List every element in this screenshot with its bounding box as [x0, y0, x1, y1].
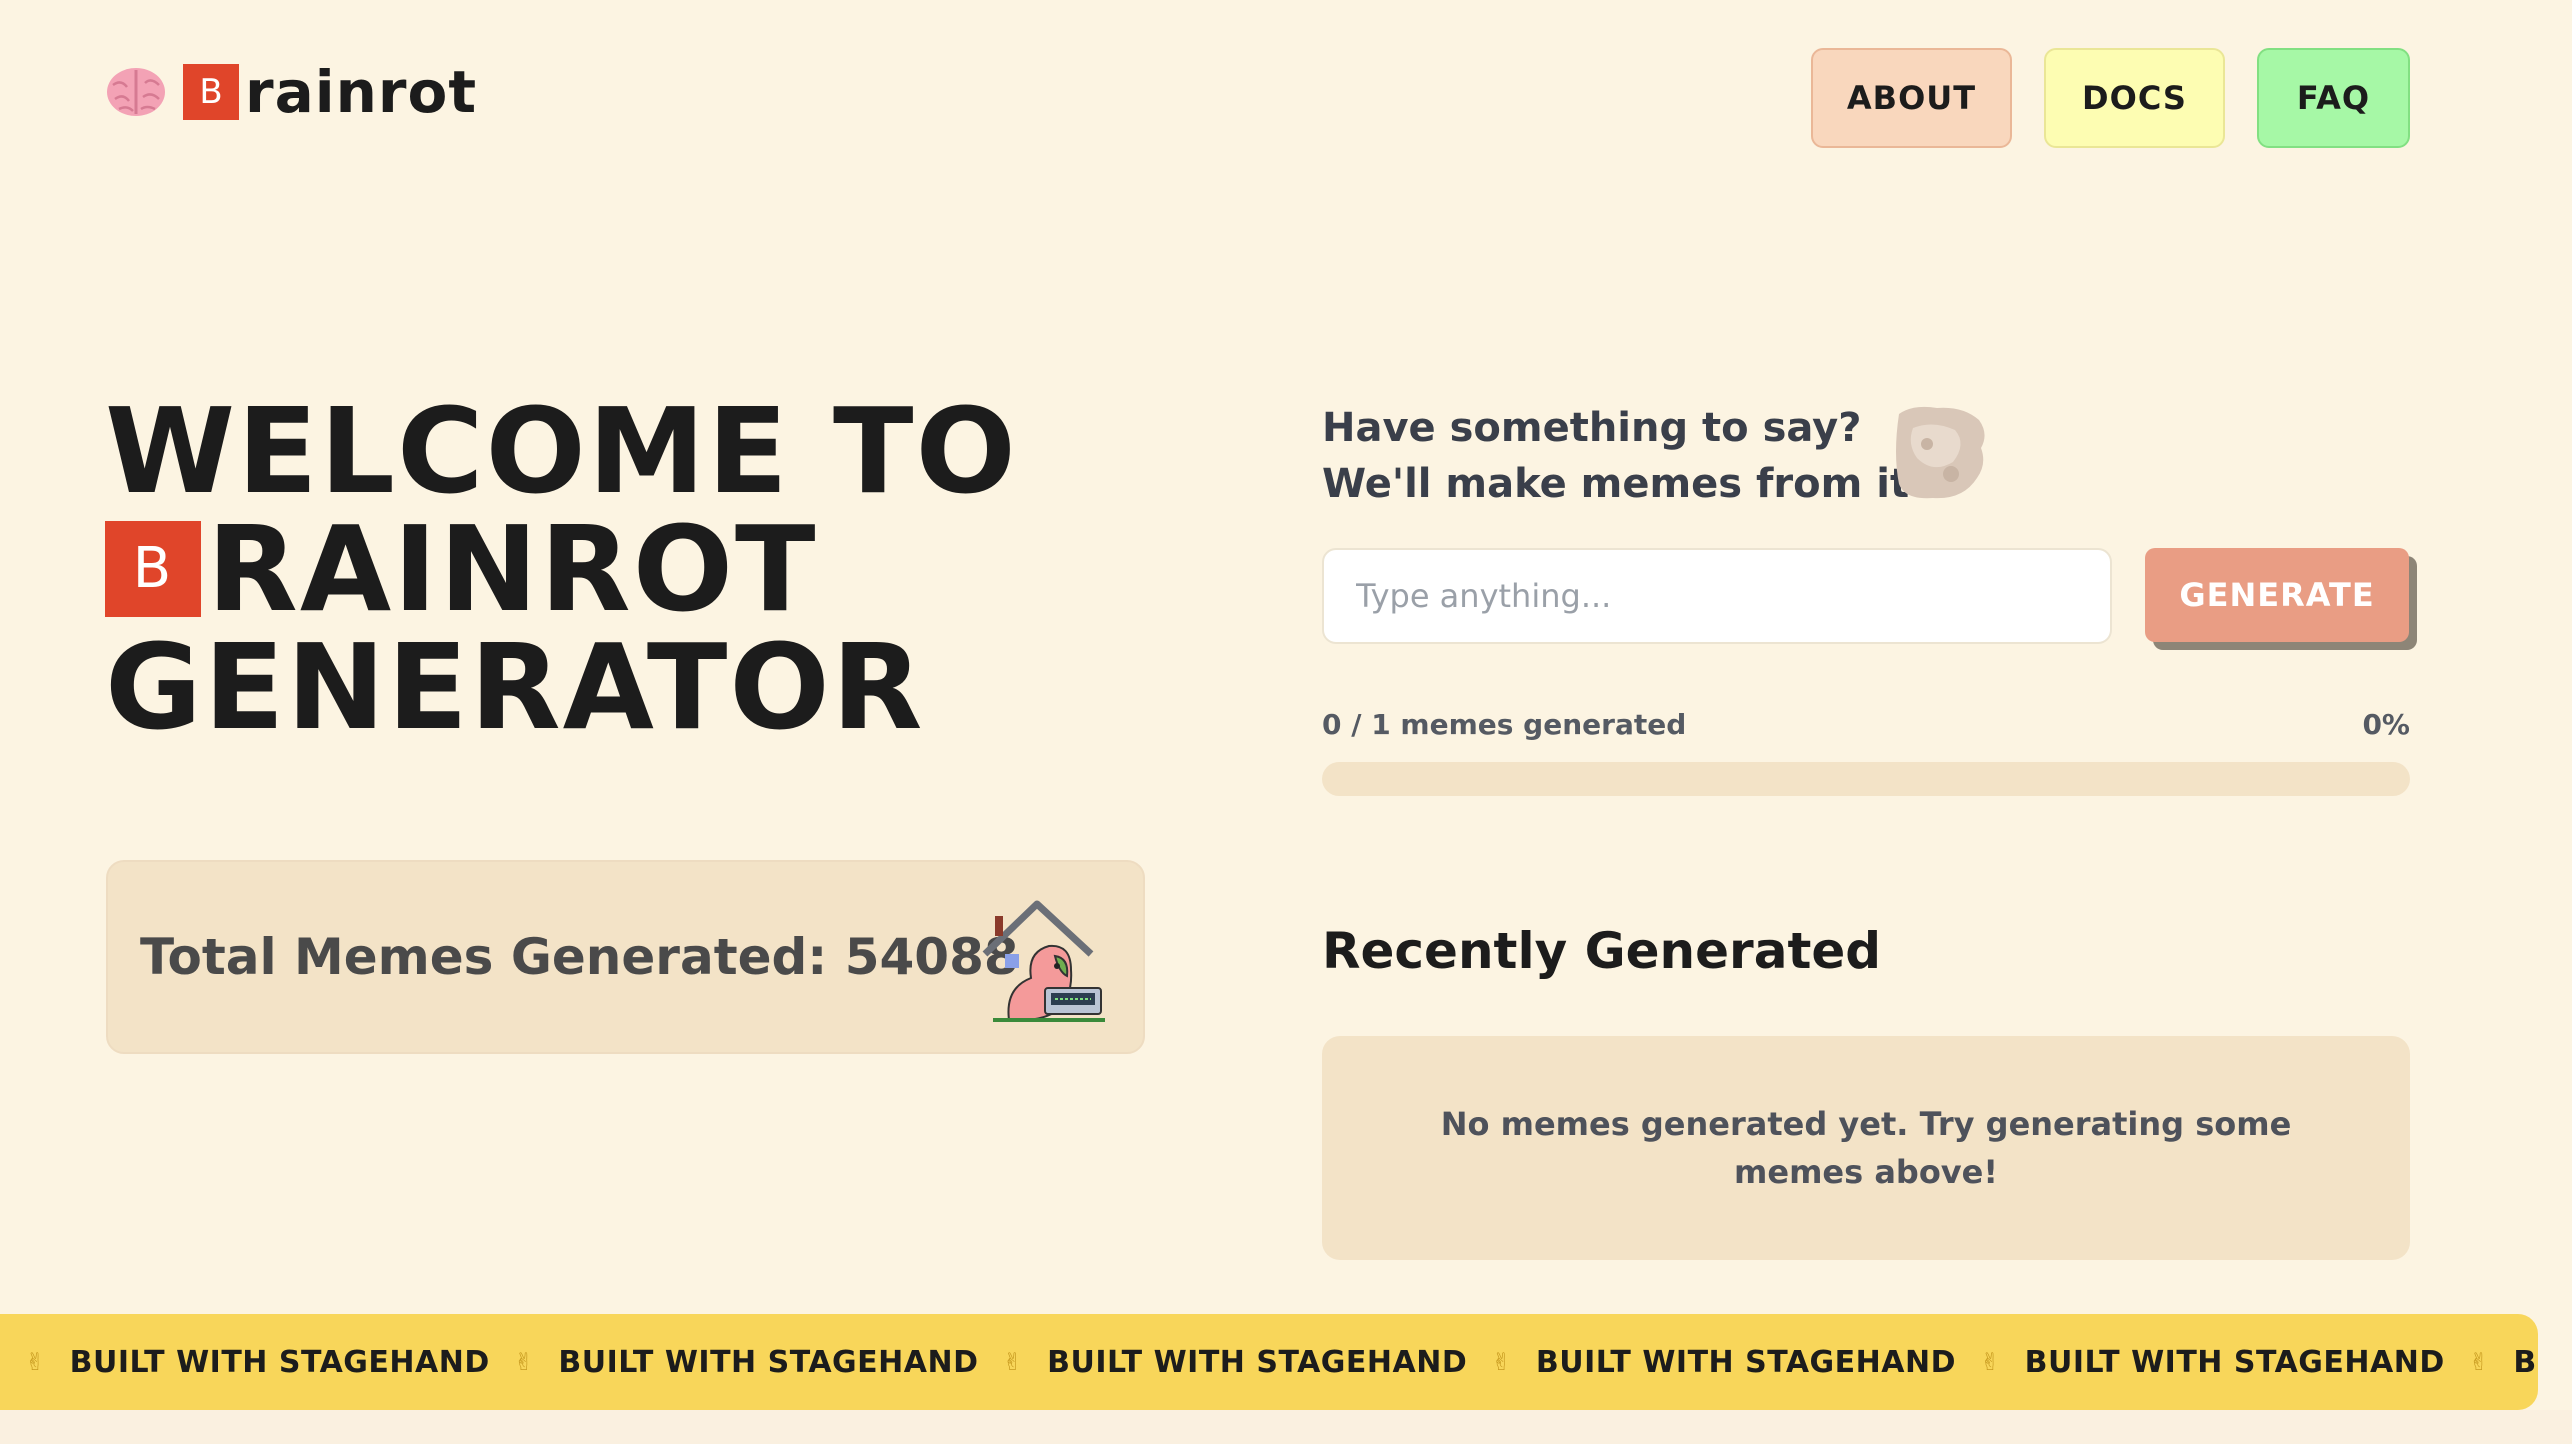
brain-icon — [107, 68, 165, 116]
recently-generated-title: Recently Generated — [1322, 922, 1882, 980]
marquee-item: BUILT WITH STAGEHAND ✌ — [558, 1345, 1047, 1380]
hero-title: WELCOME TO B RAINROT GENERATOR — [105, 392, 1045, 746]
hero-line-3: GENERATOR — [105, 618, 925, 756]
prompt-line-1: Have something to say? — [1322, 405, 1862, 451]
empty-state-card: No memes generated yet. Try generating s… — [1322, 1036, 2410, 1260]
top-nav: ABOUT DOCS FAQ — [1811, 48, 2410, 148]
progress-bar — [1322, 762, 2410, 796]
logo-text: rainrot — [245, 58, 478, 126]
marquee-item-text: BUILT WITH STAGEHAND — [1047, 1344, 1468, 1380]
total-memes-label: Total Memes Generated: 54088 — [140, 928, 1019, 986]
marquee-item: BUILT WITH STAGEHAND ✌ — [1536, 1345, 2025, 1380]
hand-icon: ✌ — [513, 1348, 535, 1376]
logo[interactable]: B rainrot — [105, 58, 478, 126]
logo-b-badge: B — [183, 64, 239, 120]
parrot-house-icon — [982, 900, 1105, 1022]
marquee-item: BUILT WITH STAGEHAND ✌ — [70, 1345, 559, 1380]
progress-percent: 0% — [2362, 708, 2410, 741]
hero-line-1: WELCOME TO — [105, 382, 1018, 520]
bottom-strip — [0, 1410, 2572, 1444]
marquee-item-text: BUILT WITH STAGEHAND — [558, 1344, 979, 1380]
marquee-fragment-text: BUILT WITH S — [2513, 1344, 2538, 1380]
marquee-item-text: BUILT WITH STAGEHAND — [2024, 1344, 2445, 1380]
hero-line-2: B RAINROT — [105, 510, 1045, 628]
hand-icon: ✌ — [1491, 1348, 1512, 1376]
hand-icon: ✌ — [25, 1348, 46, 1376]
marquee-fragment-text: ND — [0, 1345, 1, 1380]
hand-icon: ✌ — [1002, 1348, 1024, 1376]
hero-b-badge: B — [105, 521, 201, 617]
hand-icon: ✌ — [2468, 1348, 2490, 1376]
marquee-item-text: BUILT WITH STAGEHAND — [1535, 1344, 1957, 1380]
hand-icon: ✌ — [1980, 1348, 2001, 1376]
hero-line-2-text: RAINROT — [207, 500, 818, 638]
marquee-fragment-end: BUILT WITH S — [2513, 1345, 2538, 1380]
marquee-item: BUILT WITH STAGEHAND ✌ — [2025, 1345, 2514, 1380]
marquee-track: ND ✌ BUILT WITH STAGEHAND ✌ BUILT WITH S… — [0, 1345, 2538, 1380]
marquee-banner: ND ✌ BUILT WITH STAGEHAND ✌ BUILT WITH S… — [0, 1314, 2538, 1410]
generate-button[interactable]: GENERATE — [2145, 548, 2409, 642]
prompt-heading: Have something to say? We'll make memes … — [1322, 400, 1909, 512]
blob-image — [1896, 406, 1985, 499]
marquee-item-text: BUILT WITH STAGEHAND — [69, 1344, 490, 1380]
page: B rainrot ABOUT DOCS FAQ WELCOME TO B RA… — [0, 0, 2572, 1444]
about-button[interactable]: ABOUT — [1811, 48, 2012, 148]
marquee-item: BUILT WITH STAGEHAND ✌ — [1047, 1345, 1536, 1380]
progress-label: 0 / 1 memes generated — [1322, 708, 1687, 741]
faq-button[interactable]: FAQ — [2257, 48, 2410, 148]
total-memes-card: Total Memes Generated: 54088 — [106, 860, 1145, 1054]
prompt-line-2: We'll make memes from it — [1322, 461, 1910, 507]
empty-state-message: No memes generated yet. Try generating s… — [1440, 1105, 2292, 1191]
docs-button[interactable]: DOCS — [2044, 48, 2225, 148]
marquee-fragment-start: ND ✌ — [0, 1345, 70, 1380]
meme-prompt-input[interactable] — [1322, 548, 2112, 644]
